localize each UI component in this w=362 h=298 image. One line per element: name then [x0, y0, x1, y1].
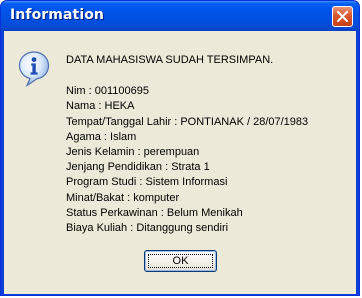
message-line-nama: Nama : HEKA — [66, 100, 135, 113]
message-line-agama: Agama : Islam — [66, 130, 137, 143]
message-line-jenis-kelamin: Jenis Kelamin : perempuan — [66, 146, 200, 159]
close-button[interactable] — [332, 6, 353, 27]
dialog-body: DATA MAHASISWA SUDAH TERSIMPAN. Nim : 00… — [4, 31, 356, 294]
title-bar[interactable]: Information — [1, 1, 359, 31]
ok-button[interactable]: OK — [144, 250, 217, 272]
info-icon — [18, 51, 50, 87]
message-line-minat-bakat: Minat/Bakat : komputer — [66, 191, 180, 204]
message-line-status-perkawinan: Status Perkawinan : Belum Menikah — [66, 206, 243, 219]
message-line-tempat-tanggal-lahir: Tempat/Tanggal Lahir : PONTIANAK / 28/07… — [66, 115, 309, 128]
message-line-jenjang-pendidikan: Jenjang Pendidikan : Strata 1 — [66, 161, 210, 174]
ok-button-label: OK — [172, 255, 189, 267]
message-line-biaya-kuliah: Biaya Kuliah : Ditanggung sendiri — [66, 222, 229, 235]
close-icon — [337, 11, 348, 22]
message-headline: DATA MAHASISWA SUDAH TERSIMPAN. — [66, 54, 274, 66]
message-line-program-studi: Program Studi : Sistem Informasi — [66, 176, 228, 189]
message-text: DATA MAHASISWA SUDAH TERSIMPAN. Nim : 00… — [66, 53, 308, 236]
message-line-nim: Nim : 001100695 — [66, 85, 149, 98]
window-title: Information — [10, 7, 105, 23]
information-dialog: Information DATA MAHASISWA SUDAH TERSIMP… — [0, 0, 360, 296]
